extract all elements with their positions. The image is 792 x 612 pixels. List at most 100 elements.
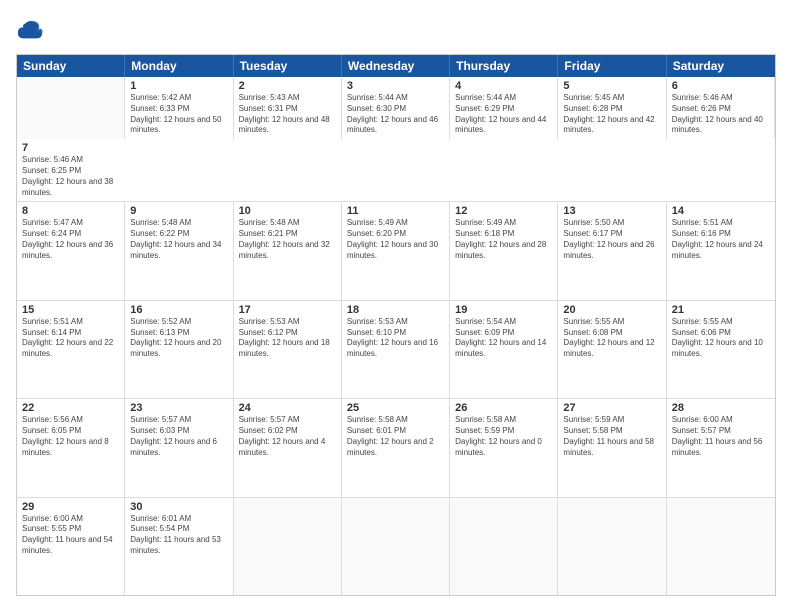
cell-info: Sunrise: 5:58 AMSunset: 5:59 PMDaylight:… [455,415,552,458]
day-cell-13: 13Sunrise: 5:50 AMSunset: 6:17 PMDayligh… [558,202,666,299]
day-number: 16 [130,304,227,316]
day-cell-18: 18Sunrise: 5:53 AMSunset: 6:10 PMDayligh… [342,301,450,398]
day-number: 23 [130,402,227,414]
cell-info: Sunrise: 5:56 AMSunset: 6:05 PMDaylight:… [22,415,119,458]
day-number: 17 [239,304,336,316]
calendar-body: 1Sunrise: 5:42 AMSunset: 6:33 PMDaylight… [17,77,775,595]
day-number: 3 [347,80,444,92]
day-number: 2 [239,80,336,92]
day-number: 15 [22,304,119,316]
day-number: 26 [455,402,552,414]
header-day-monday: Monday [125,55,233,77]
empty-cell [450,498,558,595]
cell-info: Sunrise: 5:49 AMSunset: 6:20 PMDaylight:… [347,218,444,261]
header-day-friday: Friday [558,55,666,77]
day-number: 29 [22,501,119,513]
cell-info: Sunrise: 5:44 AMSunset: 6:30 PMDaylight:… [347,93,444,136]
empty-cell [342,498,450,595]
day-number: 6 [672,80,769,92]
cell-info: Sunrise: 5:55 AMSunset: 6:08 PMDaylight:… [563,317,660,360]
cell-info: Sunrise: 5:48 AMSunset: 6:22 PMDaylight:… [130,218,227,261]
day-number: 25 [347,402,444,414]
day-number: 4 [455,80,552,92]
cell-info: Sunrise: 5:57 AMSunset: 6:03 PMDaylight:… [130,415,227,458]
day-cell-15: 15Sunrise: 5:51 AMSunset: 6:14 PMDayligh… [17,301,125,398]
header [16,16,776,44]
cell-info: Sunrise: 5:51 AMSunset: 6:16 PMDaylight:… [672,218,770,261]
day-cell-9: 9Sunrise: 5:48 AMSunset: 6:22 PMDaylight… [125,202,233,299]
header-day-saturday: Saturday [667,55,775,77]
cell-info: Sunrise: 5:43 AMSunset: 6:31 PMDaylight:… [239,93,336,136]
day-cell-19: 19Sunrise: 5:54 AMSunset: 6:09 PMDayligh… [450,301,558,398]
day-cell-3: 3Sunrise: 5:44 AMSunset: 6:30 PMDaylight… [342,77,450,139]
cell-info: Sunrise: 5:45 AMSunset: 6:28 PMDaylight:… [563,93,660,136]
logo [16,16,48,44]
day-number: 13 [563,205,660,217]
cell-info: Sunrise: 5:59 AMSunset: 5:58 PMDaylight:… [563,415,660,458]
day-cell-17: 17Sunrise: 5:53 AMSunset: 6:12 PMDayligh… [234,301,342,398]
header-day-sunday: Sunday [17,55,125,77]
day-cell-22: 22Sunrise: 5:56 AMSunset: 6:05 PMDayligh… [17,399,125,496]
cell-info: Sunrise: 5:55 AMSunset: 6:06 PMDaylight:… [672,317,770,360]
day-cell-1: 1Sunrise: 5:42 AMSunset: 6:33 PMDaylight… [125,77,233,139]
cell-info: Sunrise: 5:53 AMSunset: 6:12 PMDaylight:… [239,317,336,360]
day-cell-30: 30Sunrise: 6:01 AMSunset: 5:54 PMDayligh… [125,498,233,595]
cell-info: Sunrise: 5:49 AMSunset: 6:18 PMDaylight:… [455,218,552,261]
page: SundayMondayTuesdayWednesdayThursdayFrid… [0,0,792,612]
day-number: 18 [347,304,444,316]
calendar-header: SundayMondayTuesdayWednesdayThursdayFrid… [17,55,775,77]
day-number: 22 [22,402,119,414]
day-cell-25: 25Sunrise: 5:58 AMSunset: 6:01 PMDayligh… [342,399,450,496]
empty-cell [234,498,342,595]
day-number: 14 [672,205,770,217]
calendar-row-4: 29Sunrise: 6:00 AMSunset: 5:55 PMDayligh… [17,498,775,595]
day-number: 21 [672,304,770,316]
day-cell-14: 14Sunrise: 5:51 AMSunset: 6:16 PMDayligh… [667,202,775,299]
day-cell-20: 20Sunrise: 5:55 AMSunset: 6:08 PMDayligh… [558,301,666,398]
cell-info: Sunrise: 5:50 AMSunset: 6:17 PMDaylight:… [563,218,660,261]
day-number: 9 [130,205,227,217]
day-cell-23: 23Sunrise: 5:57 AMSunset: 6:03 PMDayligh… [125,399,233,496]
day-cell-10: 10Sunrise: 5:48 AMSunset: 6:21 PMDayligh… [234,202,342,299]
day-number: 30 [130,501,227,513]
cell-info: Sunrise: 5:46 AMSunset: 6:26 PMDaylight:… [672,93,769,136]
day-number: 28 [672,402,770,414]
calendar: SundayMondayTuesdayWednesdayThursdayFrid… [16,54,776,596]
day-number: 12 [455,205,552,217]
day-cell-5: 5Sunrise: 5:45 AMSunset: 6:28 PMDaylight… [558,77,666,139]
day-cell-21: 21Sunrise: 5:55 AMSunset: 6:06 PMDayligh… [667,301,775,398]
day-cell-24: 24Sunrise: 5:57 AMSunset: 6:02 PMDayligh… [234,399,342,496]
cell-info: Sunrise: 6:01 AMSunset: 5:54 PMDaylight:… [130,514,227,557]
cell-info: Sunrise: 5:46 AMSunset: 6:25 PMDaylight:… [22,155,120,198]
empty-cell [667,498,775,595]
day-cell-7: 7Sunrise: 5:46 AMSunset: 6:25 PMDaylight… [17,139,125,201]
empty-cell [17,77,125,139]
day-number: 10 [239,205,336,217]
day-cell-16: 16Sunrise: 5:52 AMSunset: 6:13 PMDayligh… [125,301,233,398]
day-cell-8: 8Sunrise: 5:47 AMSunset: 6:24 PMDaylight… [17,202,125,299]
cell-info: Sunrise: 6:00 AMSunset: 5:55 PMDaylight:… [22,514,119,557]
day-number: 19 [455,304,552,316]
cell-info: Sunrise: 5:54 AMSunset: 6:09 PMDaylight:… [455,317,552,360]
cell-info: Sunrise: 5:42 AMSunset: 6:33 PMDaylight:… [130,93,227,136]
day-number: 27 [563,402,660,414]
day-cell-27: 27Sunrise: 5:59 AMSunset: 5:58 PMDayligh… [558,399,666,496]
day-cell-26: 26Sunrise: 5:58 AMSunset: 5:59 PMDayligh… [450,399,558,496]
cell-info: Sunrise: 6:00 AMSunset: 5:57 PMDaylight:… [672,415,770,458]
day-cell-4: 4Sunrise: 5:44 AMSunset: 6:29 PMDaylight… [450,77,558,139]
calendar-row-2: 15Sunrise: 5:51 AMSunset: 6:14 PMDayligh… [17,301,775,399]
day-number: 20 [563,304,660,316]
cell-info: Sunrise: 5:44 AMSunset: 6:29 PMDaylight:… [455,93,552,136]
day-cell-6: 6Sunrise: 5:46 AMSunset: 6:26 PMDaylight… [667,77,775,139]
calendar-row-0: 1Sunrise: 5:42 AMSunset: 6:33 PMDaylight… [17,77,775,202]
cell-info: Sunrise: 5:57 AMSunset: 6:02 PMDaylight:… [239,415,336,458]
calendar-row-3: 22Sunrise: 5:56 AMSunset: 6:05 PMDayligh… [17,399,775,497]
day-number: 5 [563,80,660,92]
day-number: 7 [22,142,120,154]
header-day-wednesday: Wednesday [342,55,450,77]
cell-info: Sunrise: 5:58 AMSunset: 6:01 PMDaylight:… [347,415,444,458]
cell-info: Sunrise: 5:48 AMSunset: 6:21 PMDaylight:… [239,218,336,261]
empty-cell [558,498,666,595]
day-number: 1 [130,80,227,92]
day-cell-12: 12Sunrise: 5:49 AMSunset: 6:18 PMDayligh… [450,202,558,299]
